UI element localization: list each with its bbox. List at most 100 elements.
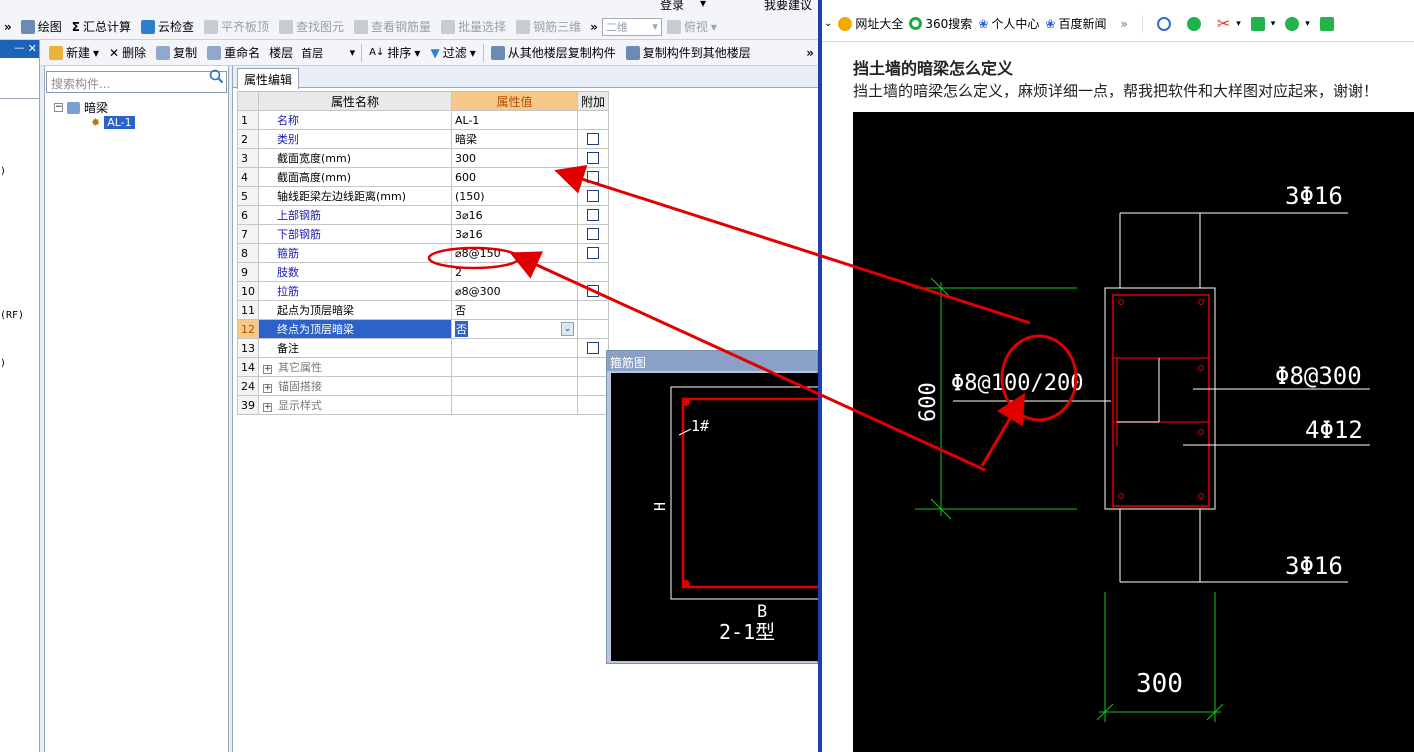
attach-checkbox[interactable] [587,209,599,221]
property-row[interactable]: 3 截面宽度(mm) 300 [237,148,610,168]
property-row[interactable]: 1 名称 AL-1 [237,110,610,130]
attach-checkbox[interactable] [587,247,599,259]
scissors-icon[interactable]: ✂ [1217,14,1230,33]
sort-button[interactable]: A↓ 排序 ▾ [364,42,425,64]
login-link[interactable]: 登录 [660,0,684,13]
batch-select-button[interactable]: 批量选择 [436,16,511,38]
pause-circle-icon[interactable] [1186,16,1201,31]
expand-icon[interactable]: + [263,403,272,412]
property-value[interactable]: ⌀8@150 [451,243,578,263]
toolbar-overflow-right[interactable]: » [586,20,602,34]
component-search-input[interactable]: 搜索构件... [46,71,227,93]
expand-icon[interactable]: + [263,365,272,374]
attach-checkbox[interactable] [587,171,599,183]
property-value[interactable]: 否 [451,300,578,320]
row-number: 3 [237,148,259,168]
collapse-toggle[interactable]: − [54,103,63,112]
view-rebar-qty-button[interactable]: 查看钢筋量 [349,16,436,38]
property-value[interactable]: 否 ⌄ [451,319,578,339]
search-icon[interactable] [209,69,224,84]
draw-button[interactable]: 绘图 [16,16,67,38]
property-value[interactable]: ⌀8@300 [451,281,578,301]
property-row[interactable]: 2 类别 暗梁 [237,129,610,149]
property-value[interactable]: 3⌀16 [451,224,578,244]
attach-checkbox[interactable] [587,228,599,240]
attach-checkbox[interactable] [587,133,599,145]
floor-combo[interactable]: 首层 ▾ [297,44,359,62]
copy-button[interactable]: 复制 [151,42,202,64]
yen-icon[interactable] [1285,16,1300,31]
new-button[interactable]: 新建 ▾ [44,42,104,64]
property-value[interactable]: 600 [451,167,578,187]
property-row[interactable]: 5 轴线距梁左边线距离(mm) (150) [237,186,610,206]
property-name: 名称 [258,110,452,130]
view-mode-combo[interactable]: 二维 ▾ [601,17,662,36]
property-extra [576,186,610,206]
property-row[interactable]: 6 上部钢筋 3⌀16 [237,205,610,225]
property-value[interactable] [451,357,578,377]
view-direction-combo[interactable]: 俯视 ▾ [662,16,722,38]
translate-icon[interactable] [1250,16,1265,31]
property-row[interactable]: 4 截面高度(mm) 600 [237,167,610,187]
copy-to-floor-label: 复制构件到其他楼层 [642,46,751,60]
row-number: 24 [237,376,259,396]
summary-calc-button[interactable]: Σ 汇总计算 [67,16,136,38]
bookmark-personal-center[interactable]: ❀ 个人中心 [978,15,1039,32]
property-value[interactable]: (150) [451,186,578,206]
property-value[interactable]: 300 [451,148,578,168]
property-row[interactable]: 8 箍筋 ⌀8@150 [237,243,610,263]
rebar-3d-button[interactable]: 钢筋三维 [511,16,586,38]
property-value[interactable]: 3⌀16 [451,205,578,225]
filter-button[interactable]: ▼ 过滤 ▾ [425,42,480,64]
minus-circle-icon[interactable] [1156,16,1171,31]
stirrup-diagram-window[interactable]: 箍筋图 1# H B 2-1型 [606,350,818,664]
chevron-down-icon[interactable]: ⌄ [561,322,574,336]
chevron-down-icon[interactable]: ⌄ [824,18,832,29]
property-row[interactable]: 11 起点为顶层暗梁否 [237,300,610,320]
delete-button[interactable]: ✕ 删除 [104,42,151,64]
copy-from-floor-button[interactable]: 从其他楼层复制构件 [486,42,621,64]
align-slab-top-button[interactable]: 平齐板顶 [199,16,274,38]
cloud-check-button[interactable]: 云检查 [136,16,199,38]
bookmark-url-nav[interactable]: 网址大全 [838,15,903,32]
tree-node-al1[interactable]: ✸ AL-1 [91,116,135,129]
property-row[interactable]: 7 下部钢筋 3⌀16 [237,224,610,244]
feedback-link[interactable]: 我要建议 [764,0,812,13]
property-value[interactable]: 2 [451,262,578,282]
dock-pin-close[interactable]: ᅳ ✕ [0,40,39,58]
property-value[interactable]: AL-1 [451,110,578,130]
gamepad-icon[interactable] [1319,16,1334,31]
bookmark-overflow[interactable]: » [1120,17,1127,31]
rename-button[interactable]: 重命名 [202,42,265,64]
bottom-rebar-label: 3Φ16 [1285,552,1343,580]
attach-checkbox[interactable] [587,342,599,354]
property-row[interactable]: 14 + 其它属性 [237,357,610,377]
attach-checkbox[interactable] [587,190,599,202]
tab-property-edit[interactable]: 属性编辑 [237,68,300,89]
tree-node-hidden-beam[interactable]: − 暗梁 [54,99,108,116]
attach-checkbox[interactable] [587,152,599,164]
property-row[interactable]: 24 + 锚固搭接 [237,376,610,396]
bookmark-360-search[interactable]: 360搜索 [909,15,972,32]
property-row[interactable]: 39 + 显示样式 [237,395,610,415]
batch-select-icon [441,19,456,34]
property-table: 属性名称 属性值 附加 1 名称 AL-1 2 类别 暗梁 3 截面宽度(mm) 300 4 截面高… [237,91,610,415]
property-value[interactable] [451,376,578,396]
property-row[interactable]: 12 终点为顶层暗梁否 ⌄ [237,319,610,339]
property-row[interactable]: 10 拉筋 ⌀8@300 [237,281,610,301]
expand-icon[interactable]: + [263,384,272,393]
property-value[interactable] [451,395,578,415]
filter-label: 过滤 [442,46,467,60]
bookmark-baidu-news[interactable]: ❀ 百度新闻 [1045,15,1106,32]
toolbar-overflow-left[interactable]: » [0,20,16,34]
property-value[interactable] [451,338,578,358]
floor-label: 楼层 [269,46,294,60]
attach-checkbox[interactable] [587,285,599,297]
copy-to-floor-button[interactable]: 复制构件到其他楼层 [621,42,756,64]
toolbar2-overflow[interactable]: » [802,46,818,60]
property-row[interactable]: 13 备注 [237,338,610,358]
property-value[interactable]: 暗梁 [451,129,578,149]
row-number: 13 [237,338,259,358]
find-element-button[interactable]: 查找图元 [274,16,349,38]
property-row[interactable]: 9 肢数 2 [237,262,610,282]
